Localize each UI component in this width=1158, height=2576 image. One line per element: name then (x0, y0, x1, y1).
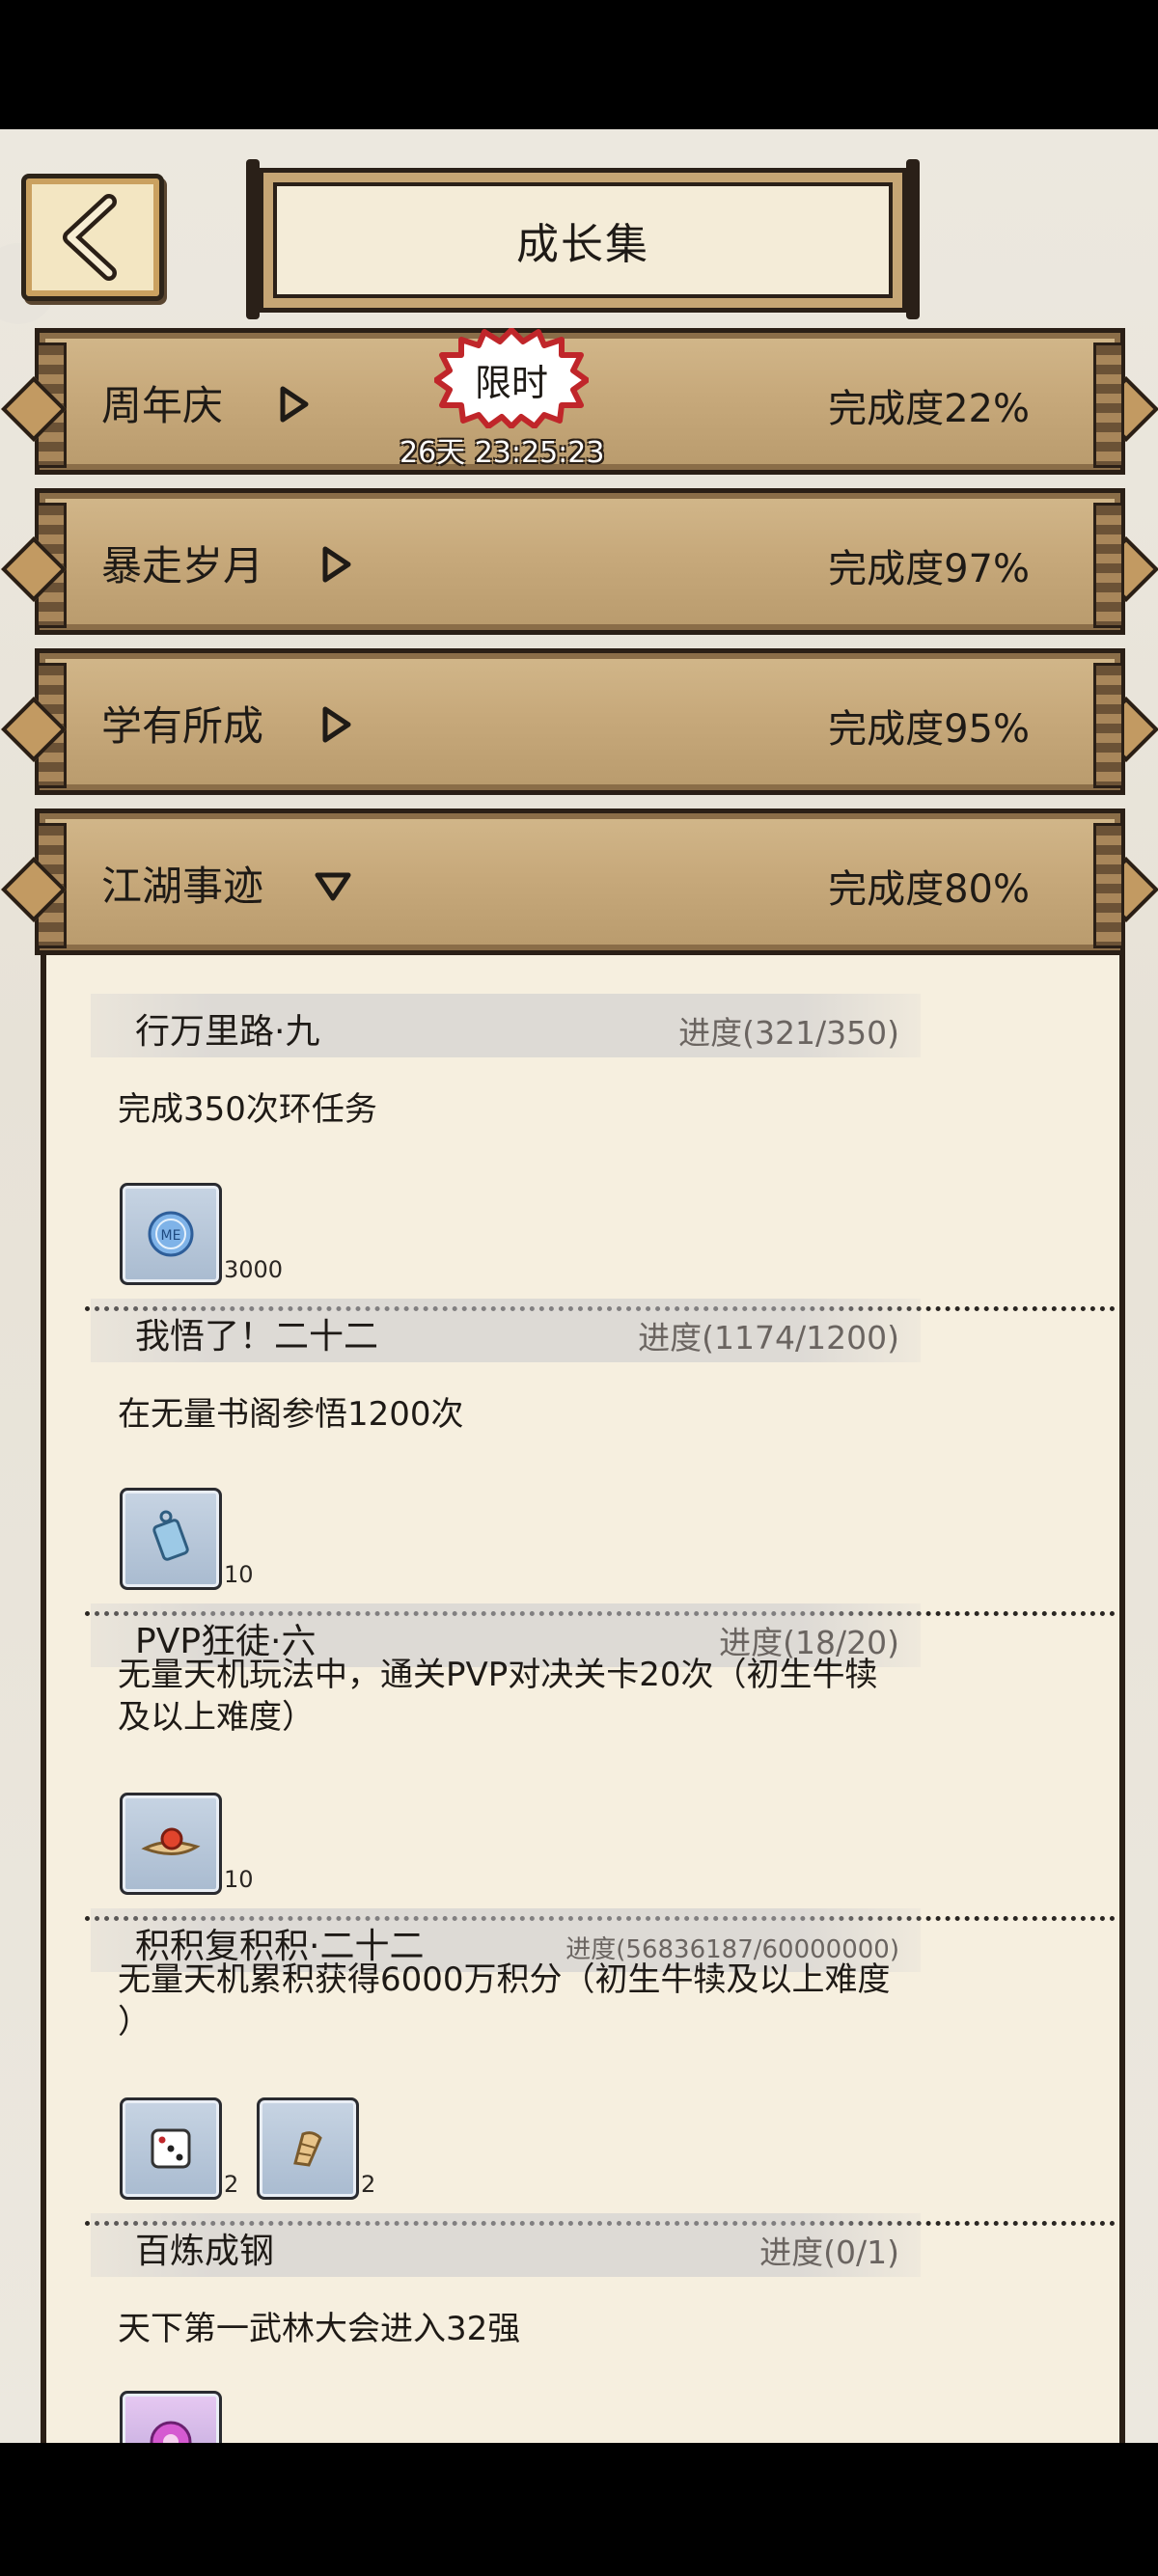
task-progress: 进度(1174/1200) (638, 1319, 899, 1357)
countdown-timer: 26天 23:25:23 (400, 436, 605, 470)
play-arrow-icon (322, 706, 351, 743)
task-description: 天下第一武林大会进入32强 (118, 2310, 521, 2348)
category-bar-rampage-years[interactable]: 暴走岁月 完成度97% (1, 488, 1158, 635)
play-arrow-icon (280, 386, 309, 423)
page-title: 成长集 (516, 220, 649, 269)
status-bar (0, 0, 1158, 129)
task-list-panel[interactable]: 行万里路·九 进度(321/350) 完成350次环任务 ME 3000 我悟了… (41, 955, 1125, 2443)
task-progress: 进度(321/350) (678, 1014, 899, 1052)
coin-icon: ME (148, 1211, 194, 1257)
growth-screen: e 成长集 周年庆 完成度22% 限时 26天 23:25:23 暴走岁月 完成… (0, 129, 1158, 2443)
expand-arrow-icon (315, 872, 351, 901)
title-scroll: 成长集 (246, 159, 920, 319)
limited-badge: 限时 (434, 328, 589, 428)
book-token-icon (152, 1510, 189, 1561)
play-arrow-icon (322, 546, 351, 583)
category-progress: 完成度97% (828, 547, 1030, 591)
category-name: 周年庆 (101, 382, 224, 429)
category-name: 学有所成 (101, 702, 264, 750)
category-bar-learning[interactable]: 学有所成 完成度95% (1, 648, 1158, 795)
task-name: 行万里路·九 (135, 1012, 320, 1052)
category-bar-jianghu-deeds[interactable]: 江湖事迹 完成度80% (1, 808, 1158, 955)
reward-item[interactable] (120, 1793, 222, 1895)
navigation-bar (0, 2443, 1158, 2576)
reward-item[interactable] (120, 2097, 222, 2200)
task-description: 在无量书阁参悟1200次 (118, 1395, 464, 1434)
task-progress: 进度(0/1) (759, 2233, 899, 2271)
reward-item[interactable] (257, 2097, 359, 2200)
category-name: 江湖事迹 (101, 863, 264, 910)
flower-emblem-icon (150, 2421, 192, 2443)
category-progress: 完成度95% (828, 707, 1030, 752)
back-button[interactable] (21, 174, 164, 301)
task-description: 无量天机玩法中，通关PVP对决关卡20次（初生牛犊 及以上难度） (118, 1656, 878, 1737)
dice-icon (151, 2128, 191, 2169)
back-arrow-icon (63, 194, 117, 281)
task-name: 百炼成钢 (135, 2232, 275, 2271)
category-name: 暴走岁月 (101, 542, 264, 589)
svg-text:ME: ME (161, 1228, 181, 1244)
category-progress: 完成度22% (828, 387, 1030, 431)
fan-icon (293, 2131, 322, 2167)
task-description: 无量天机累积获得6000万积分（初生牛犊及以上难度 ） (118, 1960, 891, 2042)
category-progress: 完成度80% (828, 867, 1030, 912)
task-name: 我悟了！二十二 (135, 1317, 379, 1357)
reward-item[interactable] (120, 2391, 222, 2443)
scroll-orb-icon (141, 1827, 201, 1855)
reward-item[interactable]: ME (120, 1183, 222, 1285)
task-description: 完成350次环任务 (118, 1090, 377, 1129)
reward-item[interactable] (120, 1488, 222, 1590)
